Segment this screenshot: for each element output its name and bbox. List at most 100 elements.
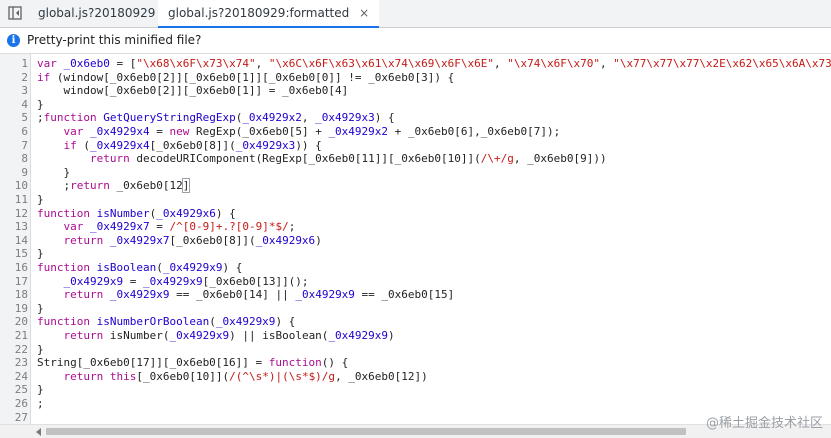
infobar-message: Pretty-print this minified file?: [27, 33, 202, 47]
tab-global-js-formatted[interactable]: global.js?20180929:formatted ×: [158, 0, 380, 28]
code-token-keyword: return: [63, 288, 104, 302]
code-text: if (window[_0x6eb0[2]][_0x6eb0[1]][_0x6e…: [37, 71, 454, 85]
code-token-plain: ) || isBoolean(: [229, 329, 329, 342]
code-token-plain: [_0x6eb0[13]]();: [202, 274, 309, 288]
code-token-plain: RegExp(_0x6eb0[5] +: [189, 125, 329, 138]
pretty-print-infobar: i Pretty-print this minified file?: [0, 28, 831, 54]
line-number[interactable]: 24: [0, 370, 28, 384]
code-token-keyword: function: [37, 315, 90, 329]
line-number[interactable]: 6: [0, 125, 28, 139]
code-text: }: [37, 343, 44, 357]
line-number[interactable]: 8: [0, 152, 28, 166]
code-token-string: "\x77\x77\x77\x2E\x62\x65\x6A\x73: [613, 57, 831, 70]
code-text: ;function GetQueryStringRegExp(_0x4929x2…: [37, 111, 395, 125]
code-token-plain: ): [315, 233, 322, 247]
line-number[interactable]: 27: [0, 411, 28, 424]
line-number[interactable]: 25: [0, 383, 28, 397]
tab-bar: global.js?20180929 global.js?20180929:fo…: [0, 0, 831, 28]
line-number[interactable]: 21: [0, 329, 28, 343]
code-token-string: "\x68\x6F\x73\x74": [136, 57, 256, 70]
code-token-def: _0x4929x2: [242, 111, 302, 125]
code-token-plain: String[_0x6eb0[17]][_0x6eb0[16]] =: [37, 356, 269, 370]
line-number[interactable]: 2: [0, 71, 28, 85]
code-token-keyword: new: [169, 125, 190, 138]
line-number[interactable]: 14: [0, 234, 28, 248]
line-number[interactable]: 17: [0, 275, 28, 289]
code-token-keyword: function: [37, 261, 90, 274]
code-token-keyword: return: [63, 369, 104, 383]
line-number[interactable]: 19: [0, 302, 28, 316]
tab-label: global.js?20180929:formatted: [168, 6, 350, 20]
code-token-plain: ,: [494, 57, 508, 70]
code-token-keyword: if: [37, 70, 51, 84]
code-token-keyword: if: [63, 138, 77, 152]
line-number[interactable]: 26: [0, 397, 28, 411]
code-token-plain: }: [37, 301, 44, 315]
code-text: window[_0x6eb0[2]][_0x6eb0[1]] = _0x6eb0…: [37, 84, 348, 98]
code-text: _0x4929x9 = _0x4929x9[_0x6eb0[13]]();: [37, 275, 309, 289]
toggle-navigator-icon[interactable]: [8, 6, 22, 20]
code-text: ;return _0x6eb0[12]: [37, 178, 191, 194]
close-icon[interactable]: ×: [359, 0, 369, 27]
code-token-plain: (: [156, 261, 163, 274]
code-token-plain: ,: [255, 57, 269, 70]
code-token-plain: == _0x6eb0[14] ||: [169, 288, 296, 302]
scroll-left-arrow-icon[interactable]: [36, 428, 41, 436]
line-number[interactable]: 11: [0, 193, 28, 207]
code-token-def: _0x4929x6: [156, 206, 216, 220]
code-token-plain: ;: [37, 397, 44, 410]
code-token-plain: ): [388, 329, 395, 342]
line-number[interactable]: 12: [0, 207, 28, 221]
code-text: function isBoolean(_0x4929x9) {: [37, 261, 242, 275]
code-token-keyword: return: [63, 233, 104, 247]
code-token-variable: _0x4929x2: [328, 125, 389, 138]
code-token-plain: =: [149, 220, 170, 234]
code-token-plain: }: [37, 193, 44, 206]
line-number[interactable]: 13: [0, 220, 28, 234]
line-number[interactable]: 4: [0, 98, 28, 112]
line-number[interactable]: 5: [0, 111, 28, 125]
scroll-thumb[interactable]: [46, 428, 686, 435]
line-number[interactable]: 22: [0, 343, 28, 357]
code-token-plain: ,: [301, 111, 316, 125]
code-token-string: "\x6C\x6F\x63\x61\x74\x69\x6F\x6E": [268, 57, 494, 70]
code-text: return this[_0x6eb0[10]](/(^\s*)|(\s*$)/…: [37, 370, 428, 384]
line-number[interactable]: 20: [0, 315, 28, 329]
tab-global-js[interactable]: global.js?20180929: [38, 0, 155, 27]
code-editor[interactable]: 1 var _0x6eb0 = ["\x68\x6F\x73\x74", "\x6…: [0, 54, 831, 424]
line-number[interactable]: 7: [0, 139, 28, 153]
code-token-keyword: function: [268, 356, 322, 370]
code-token-def: isNumberOrBoolean: [96, 315, 210, 329]
line-number[interactable]: 10: [0, 179, 28, 193]
code-token-plain: window[_0x6eb0[2]][_0x6eb0[1]] = _0x6eb0…: [37, 84, 349, 98]
line-number[interactable]: 9: [0, 166, 28, 180]
code-token-keyword: return: [63, 329, 104, 342]
code-token-variable: _0x4929x6: [255, 233, 316, 247]
line-number[interactable]: 18: [0, 288, 28, 302]
line-number[interactable]: 3: [0, 84, 28, 98]
code-text: return decodeURIComponent(RegExp[_0x6eb0…: [37, 152, 607, 166]
code-token-plain: _0x6eb0[12: [109, 179, 183, 193]
code-token-bracket: ]: [181, 178, 191, 194]
code-token-def: isNumber: [96, 206, 150, 220]
code-token-keyword: function: [43, 111, 97, 125]
line-number[interactable]: 16: [0, 261, 28, 275]
code-token-def: GetQueryStringRegExp: [103, 111, 236, 125]
line-number[interactable]: 15: [0, 247, 28, 261]
code-text: }: [37, 193, 44, 207]
line-number[interactable]: 23: [0, 356, 28, 370]
code-token-keyword: function: [37, 206, 90, 220]
code-token-plain: (window[_0x6eb0[2]][_0x6eb0[1]][_0x6eb0[…: [50, 70, 455, 84]
line-number[interactable]: 1: [0, 57, 28, 71]
watermark: @稀土掘金技术社区: [705, 416, 823, 431]
code-text: ;: [37, 397, 44, 411]
code-token-plain: ;: [37, 179, 71, 193]
